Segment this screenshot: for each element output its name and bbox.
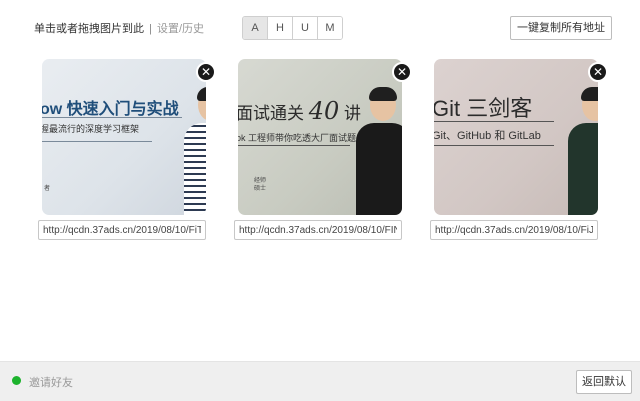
presenter-photo [356, 87, 402, 215]
image-card: ow 快速入门与实战 握最流行的深度学习框架 者 ✕ [38, 59, 218, 243]
thumbnail-subtitle: Git、GitHub 和 GitLab [434, 130, 541, 142]
image-card: Git 三剑客 Git、GitHub 和 GitLab ✕ [430, 59, 610, 243]
presenter-photo [568, 87, 598, 215]
reset-default-button[interactable]: 返回默认 [576, 370, 632, 394]
image-card: 面试通关 40 讲 ok 工程师带你吃透大厂面试题 经师 硕士 ✕ [234, 59, 414, 243]
thumbnail-title: Git 三剑客 [434, 96, 533, 121]
thumbnail-divider [434, 121, 554, 122]
filter-m-button[interactable]: M [318, 17, 342, 39]
thumbnail-divider [238, 145, 350, 146]
thumbnail-title: ow 快速入门与实战 [42, 101, 179, 118]
thumbnail-small-text: 经师 硕士 [254, 178, 267, 192]
copy-all-button[interactable]: 一键复制所有地址 [510, 16, 612, 40]
image-url-field[interactable] [430, 220, 598, 240]
close-icon[interactable]: ✕ [196, 62, 216, 82]
thumbnail-title: 面试通关 40 讲 [238, 97, 361, 125]
thumbnail-small-text: 者 [44, 186, 51, 192]
thumbnail-divider [434, 145, 554, 146]
footer-bar: 邀请好友 返回默认 [0, 361, 640, 401]
image-url-field[interactable] [234, 220, 402, 240]
thumbnail-divider [42, 117, 182, 118]
thumbnail-divider [42, 141, 152, 142]
online-status-icon [12, 376, 21, 385]
thumbnail-image[interactable]: ow 快速入门与实战 握最流行的深度学习框架 者 [42, 59, 206, 215]
thumbnail-title-main: 面试通关 [238, 104, 304, 123]
filter-h-button[interactable]: H [268, 17, 293, 39]
hint-text: 单击或者拖拽图片到此 [34, 23, 144, 35]
presenter-photo [184, 87, 206, 215]
close-icon[interactable]: ✕ [588, 62, 608, 82]
image-url-field[interactable] [38, 220, 206, 240]
top-bar: 单击或者拖拽图片到此 | 设置/历史 A H U M 一键复制所有地址 [0, 0, 640, 54]
settings-history-link[interactable]: 设置/历史 [157, 23, 204, 35]
format-filter-group: A H U M [242, 16, 343, 40]
separator: | [149, 23, 152, 35]
thumbnail-title-number: 40 [308, 97, 340, 125]
upload-hint[interactable]: 单击或者拖拽图片到此 | 设置/历史 [34, 20, 204, 36]
thumbnail-subtitle: ok 工程师带你吃透大厂面试题 [238, 133, 357, 143]
filter-a-button[interactable]: A [243, 17, 268, 39]
invite-friends-link[interactable]: 邀请好友 [29, 374, 73, 390]
thumbnail-image[interactable]: Git 三剑客 Git、GitHub 和 GitLab [434, 59, 598, 215]
thumbnail-image[interactable]: 面试通关 40 讲 ok 工程师带你吃透大厂面试题 经师 硕士 [238, 59, 402, 215]
close-icon[interactable]: ✕ [392, 62, 412, 82]
filter-u-button[interactable]: U [293, 17, 318, 39]
thumbnail-subtitle: 握最流行的深度学习框架 [42, 124, 140, 134]
